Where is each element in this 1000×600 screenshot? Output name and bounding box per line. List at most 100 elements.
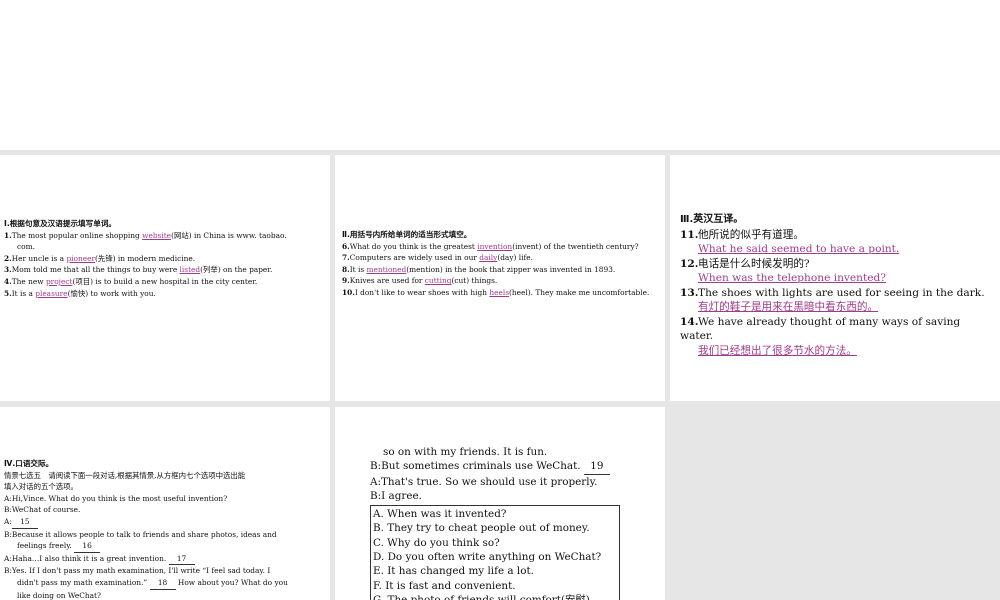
translation-question: 14.We have already thought of many ways … — [680, 315, 996, 344]
translation-question: 11.他所说的似乎有道理。 — [680, 228, 996, 243]
item-number: 9. — [342, 276, 350, 286]
dialogue-line: B:WeChat of course. — [4, 504, 325, 516]
section-3-heading: Ⅲ.英汉互译。 — [680, 214, 744, 225]
item-text-before: It is a — [11, 288, 36, 298]
item-answer: cutting — [424, 276, 452, 286]
option-item: B. They try to cheat people out of money… — [373, 522, 590, 535]
option-item: D. Do you often write anything on WeChat… — [373, 551, 602, 564]
item-number: 8. — [342, 264, 350, 274]
question-text: 他所说的似乎有道理。 — [698, 228, 804, 241]
item-text-after: (invent) of the twentieth century? — [512, 241, 639, 251]
item-row: 4.The new project(项目) is to build a new … — [4, 276, 324, 288]
dialogue-text: didn't pass my math examination.” — [17, 577, 150, 587]
item-text-after: (项目) is to build a new hospital in the c… — [72, 276, 258, 286]
dialogue-text: like doing on WeChat? — [17, 590, 101, 600]
translation-answer: When was the telephone invented? — [698, 272, 886, 284]
item-text-after: (mention) in the book that zipper was in… — [406, 264, 616, 274]
item-text-before: The new — [11, 276, 46, 286]
item-text-before: The most popular online shopping — [11, 230, 143, 240]
item-text-after: (网站) in China is www. taobao. — [171, 230, 287, 240]
dialogue-line: B:But sometimes criminals use WeChat. 19 — [370, 459, 660, 475]
item-text-after: (cut) things. — [451, 276, 498, 286]
item-text-after: (heel). They make me uncomfortable. — [509, 287, 650, 297]
panel-section-1: Ⅰ.根据句意及汉语提示填写单词。 1.The most popular onli… — [0, 155, 330, 401]
item-answer: daily — [479, 253, 498, 263]
item-row: 3.Mom told me that all the things to buy… — [4, 264, 324, 276]
item-answer: pleasure — [35, 288, 68, 298]
dialogue-text: A:Haha…I also think it is a great invent… — [4, 553, 169, 563]
dialogue-text: B:WeChat of course. — [4, 505, 81, 515]
item-number: 3. — [4, 265, 12, 275]
option-item: E. It has changed my life a lot. — [373, 565, 534, 578]
section-2-heading: Ⅱ.用括号内所给单词的适当形式填空。 — [342, 230, 472, 239]
options-box: A. When was it invented? B. They try to c… — [370, 505, 620, 600]
dialogue-text: so on with my friends. It is fun. — [383, 446, 548, 458]
item-answer: invention — [477, 241, 513, 251]
item-number: 10. — [342, 287, 355, 297]
item-answer: project — [45, 276, 73, 286]
item-row: 1.The most popular online shopping websi… — [4, 230, 324, 242]
item-number: 7. — [342, 253, 350, 263]
dialogue-line: feelings freely. 16 — [4, 540, 325, 553]
option-item: F. It is fast and convenient. — [373, 579, 516, 592]
item-answer: website — [142, 230, 172, 240]
item-text-after: (列举) on the paper. — [200, 265, 273, 275]
item-number: 1. — [4, 230, 12, 240]
section-1-content: Ⅰ.根据句意及汉语提示填写单词。 1.The most popular onli… — [4, 218, 324, 299]
item-number: 13. — [680, 286, 699, 299]
dialogue-text: A:That's true. So we should use it prope… — [370, 475, 598, 488]
item-number: 5. — [4, 288, 12, 298]
dialogue-line: like doing on WeChat? — [4, 590, 325, 600]
dialogue-line: B:I agree. — [370, 489, 660, 503]
item-answer: heels — [489, 287, 510, 297]
panel-section-3: Ⅲ.英汉互译。 11.他所说的似乎有道理。 What he said seemed… — [670, 155, 1000, 401]
dialogue-line: A: 15 — [4, 516, 325, 529]
item-text-before: Computers are widely used in our — [349, 253, 480, 263]
dialogue-line: A:Haha…I also think it is a great invent… — [4, 553, 325, 566]
section-4-instruction-1: 情景七选五 请阅读下面一段对话,根据其情景,从方框内七个选项中选出能 — [4, 470, 246, 480]
option-item: G. The photo of friends will comfort(安慰) — [373, 593, 590, 600]
item-answer: listed — [179, 265, 201, 275]
dialogue-line: B:Because it allows people to talk to fr… — [4, 529, 325, 541]
section-4-instruction-2: 填入对话的五个选项。 — [4, 482, 78, 492]
item-row: 2.Her uncle is a pioneer(先锋) in modern m… — [4, 253, 324, 265]
item-number: 11. — [680, 228, 699, 241]
item-continuation: com. — [17, 242, 35, 252]
item-text-after: (愉快) to work with you. — [67, 288, 156, 298]
question-text: We have already thought of many ways of … — [680, 315, 961, 343]
item-text-before: What do you think is the greatest — [349, 241, 478, 251]
dialogue-text: B:I agree. — [370, 489, 422, 502]
section-1-items: 1.The most popular online shopping websi… — [4, 230, 324, 300]
item-row: 5.It is a pleasure(愉快) to work with you. — [4, 288, 324, 300]
item-answer: mentioned — [366, 264, 407, 274]
item-row: 8.It is mentioned(mention) in the book t… — [342, 264, 660, 276]
item-answer: pioneer — [66, 253, 96, 263]
translation-question: 12.电话是什么时候发明的? — [680, 257, 996, 272]
dialogue-line: so on with my friends. It is fun. — [370, 445, 660, 459]
item-text-before: Her uncle is a — [11, 253, 67, 263]
item-text-before: Mom told me that all the things to buy w… — [11, 265, 180, 275]
question-text: 电话是什么时候发明的? — [698, 257, 810, 270]
answer-blank: 16 — [74, 540, 101, 553]
dialogue-text: B:But sometimes criminals use WeChat. — [370, 460, 584, 473]
option-item: A. When was it invented? — [373, 508, 507, 521]
item-text-after: (day) life. — [497, 253, 533, 263]
dialogue-line: A:Hi,Vince. What do you think is the mos… — [4, 493, 325, 505]
dialogue-text: B:Yes. If I don't pass my math examinati… — [4, 566, 271, 576]
section-4-heading: Ⅳ.口语交际。 — [4, 459, 54, 468]
translation-answer: 我们已经想出了很多节水的方法。 — [698, 344, 857, 357]
panel-section-5: so on with my friends. It is fun. B:But s… — [335, 407, 665, 600]
item-number: 6. — [342, 241, 350, 251]
question-text: The shoes with lights are used for seein… — [698, 286, 985, 299]
section-2-content: Ⅱ.用括号内所给单词的适当形式填空。 6.What do you think i… — [342, 229, 660, 299]
item-text-before: It is — [349, 264, 367, 274]
dialogue-line: didn't pass my math examination.” 18 How… — [4, 577, 325, 590]
answer-blank: 17 — [168, 553, 195, 566]
item-text-before: Knives are used for — [349, 276, 425, 286]
section-4-content: Ⅳ.口语交际。 情景七选五 请阅读下面一段对话,根据其情景,从方框内七个选项中选… — [4, 458, 325, 600]
dialogue-text: A:Hi,Vince. What do you think is the mos… — [4, 493, 228, 503]
item-text-before: I don't like to wear shoes with high — [354, 287, 490, 297]
dialogue-text: feelings freely. — [17, 541, 75, 551]
item-row: 10.I don't like to wear shoes with high … — [342, 287, 660, 299]
translation-answer: What he said seemed to have a point. — [698, 243, 900, 255]
